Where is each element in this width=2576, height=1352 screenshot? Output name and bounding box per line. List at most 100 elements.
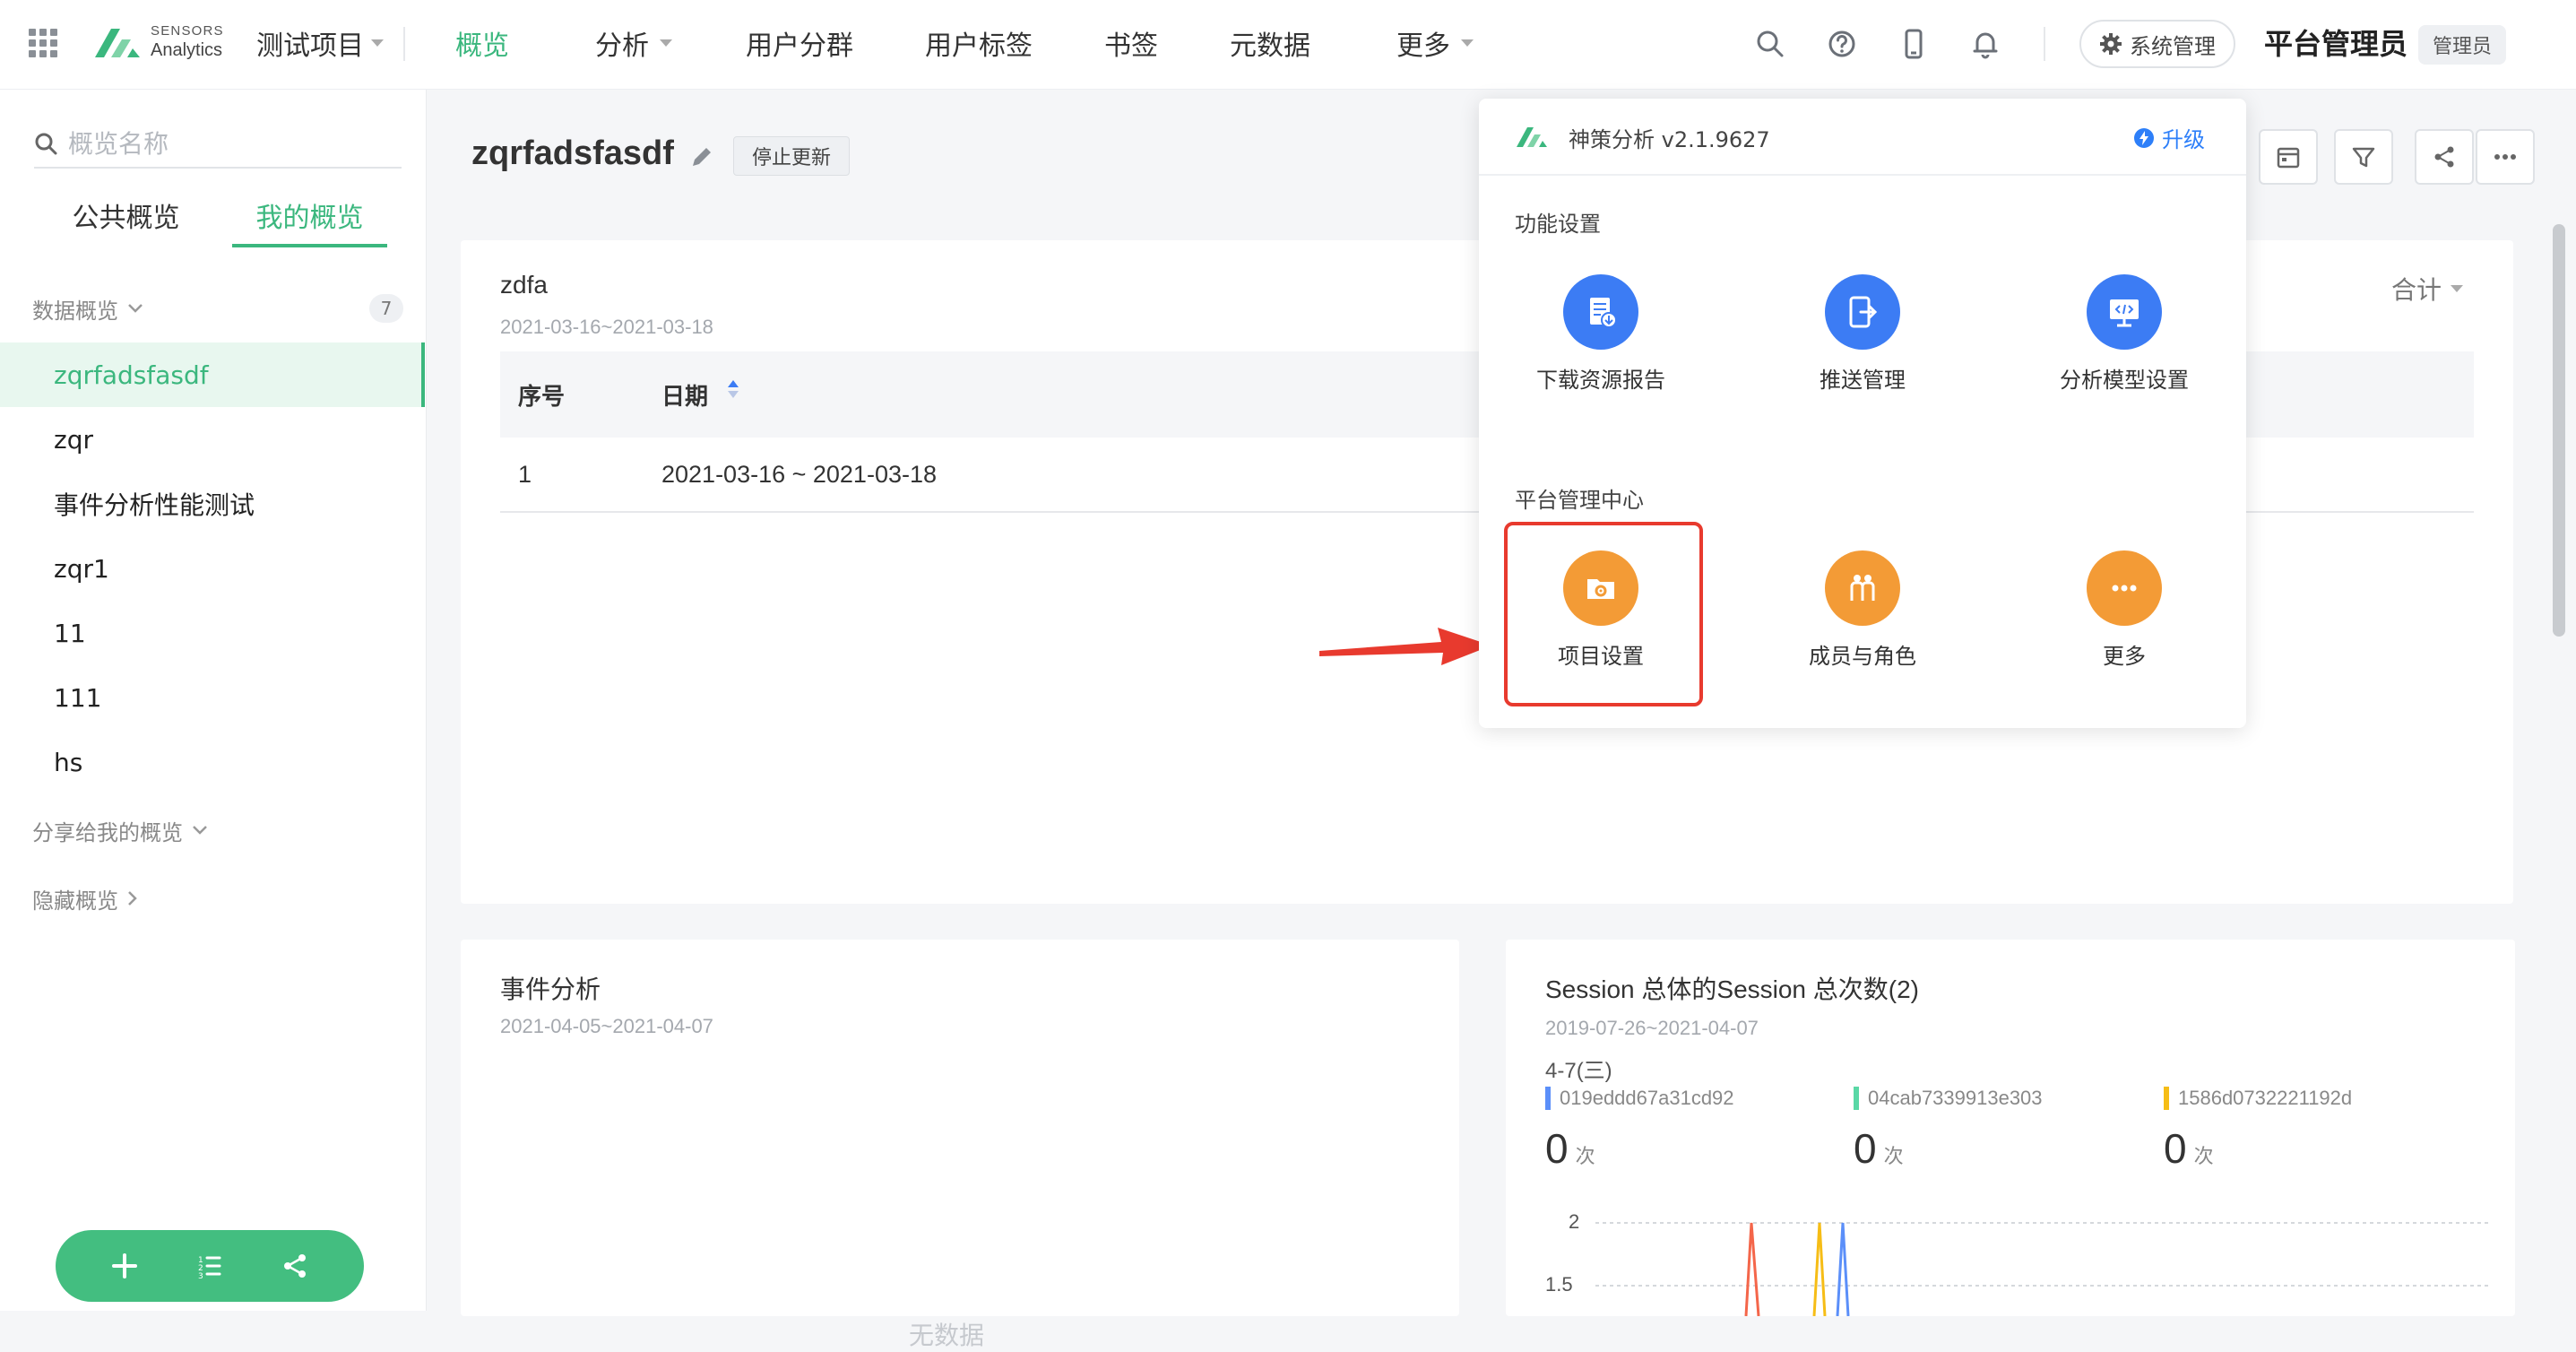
overview-tabs: 公共概览 我的概览 bbox=[34, 179, 402, 251]
search-icon[interactable] bbox=[1753, 27, 1787, 61]
nav-label: 元数据 bbox=[1230, 30, 1310, 62]
filter-icon bbox=[2351, 144, 2376, 169]
stop-update-button[interactable]: 停止更新 bbox=[733, 136, 851, 176]
date-toolbar-button[interactable] bbox=[2259, 129, 2318, 185]
filter-toolbar-button[interactable] bbox=[2334, 129, 2393, 185]
sort-list-icon[interactable]: 123 bbox=[192, 1248, 228, 1284]
more-icon bbox=[2087, 550, 2162, 626]
group-label: 数据概览 bbox=[32, 298, 118, 324]
card-date-range: 2019-07-26~2021-04-07 bbox=[1545, 1017, 1759, 1039]
series-2-value: 0 次 bbox=[1854, 1124, 1904, 1173]
group-shared-overview[interactable]: 分享给我的概览 bbox=[32, 812, 208, 848]
edit-pencil-icon[interactable] bbox=[688, 143, 715, 170]
series-color-swatch bbox=[2164, 1087, 2169, 1110]
func-more[interactable]: 更多 bbox=[2035, 550, 2214, 670]
help-icon[interactable] bbox=[1825, 27, 1859, 61]
tab-public-overview[interactable]: 公共概览 bbox=[34, 179, 218, 251]
section-label-functions: 功能设置 bbox=[1515, 212, 1601, 237]
sort-icon[interactable] bbox=[726, 378, 740, 400]
report-download-icon bbox=[1563, 274, 1638, 350]
dashboard-card-event-analysis: 事件分析 2021-04-05~2021-04-07 无数据 bbox=[461, 940, 1459, 1350]
value-unit: 次 bbox=[1575, 1146, 1595, 1168]
page-scrollbar[interactable] bbox=[2553, 224, 2565, 637]
card-title: zdfa bbox=[500, 271, 548, 299]
sidebar-item-hs[interactable]: hs bbox=[0, 730, 425, 794]
nav-label: 概览 bbox=[455, 30, 509, 62]
series-name: 019eddd67a31cd92 bbox=[1560, 1087, 1734, 1109]
sidebar-item-111[interactable]: 111 bbox=[0, 665, 425, 730]
nav-label: 分析 bbox=[595, 30, 649, 62]
calendar-icon bbox=[2276, 144, 2301, 169]
nav-label: 用户分群 bbox=[746, 30, 853, 62]
more-toolbar-button[interactable] bbox=[2476, 129, 2535, 185]
session-line-chart bbox=[1595, 1222, 2492, 1316]
sidebar-item-event-perf-test[interactable]: 事件分析性能测试 bbox=[0, 472, 425, 536]
chart-series-spike bbox=[1836, 1222, 1850, 1316]
logo-text: SENSORS Analytics bbox=[151, 23, 231, 61]
column-header-index: 序号 bbox=[518, 384, 566, 411]
y-axis-tick: 1.5 bbox=[1545, 1273, 1573, 1296]
system-management-button[interactable]: 系统管理 bbox=[2079, 20, 2235, 68]
tab-my-overview[interactable]: 我的概览 bbox=[218, 179, 402, 251]
sidebar-item-zqr[interactable]: zqr bbox=[0, 407, 425, 472]
nav-analysis[interactable]: 分析 bbox=[595, 23, 672, 63]
apps-grid-icon[interactable] bbox=[27, 27, 59, 59]
logo-text-top: SENSORS bbox=[151, 23, 224, 39]
series-color-swatch bbox=[1854, 1087, 1859, 1110]
plus-icon[interactable] bbox=[107, 1248, 143, 1284]
overview-search-input[interactable] bbox=[66, 127, 389, 160]
header-divider bbox=[2044, 27, 2045, 61]
value-unit: 次 bbox=[1883, 1146, 1904, 1168]
nav-user-segments[interactable]: 用户分群 bbox=[746, 23, 853, 63]
func-push-management[interactable]: 推送管理 bbox=[1773, 274, 1952, 394]
chevron-right-icon bbox=[127, 890, 138, 906]
nav-user-tags[interactable]: 用户标签 bbox=[925, 23, 1033, 63]
upgrade-link[interactable]: 升级 bbox=[2133, 122, 2205, 153]
value-number: 0 bbox=[1854, 1125, 1877, 1172]
selected-date: 4-7(三) bbox=[1545, 1059, 1612, 1083]
chevron-down-icon bbox=[127, 303, 143, 314]
nav-metadata[interactable]: 元数据 bbox=[1230, 23, 1310, 63]
func-model-settings[interactable]: 分析模型设置 bbox=[2035, 274, 2214, 394]
version-text: 神策分析 v2.1.9627 bbox=[1569, 127, 1770, 152]
sidebar-item-zqr1[interactable]: zqr1 bbox=[0, 536, 425, 601]
nav-label: 用户标签 bbox=[925, 30, 1033, 62]
group-hidden-overview[interactable]: 隐藏概览 bbox=[32, 880, 138, 916]
group-data-overview[interactable]: 数据概览 bbox=[32, 290, 143, 326]
legend-series-3[interactable]: 1586d0732221192d bbox=[2164, 1087, 2352, 1110]
series-color-swatch bbox=[1545, 1087, 1551, 1110]
sidebar-search bbox=[34, 120, 402, 169]
func-download-report[interactable]: 下载资源报告 bbox=[1511, 274, 1690, 394]
share-toolbar-button[interactable] bbox=[2415, 129, 2474, 185]
nav-label: 更多 bbox=[1396, 30, 1450, 62]
sum-selector[interactable]: 合计 bbox=[2391, 271, 2464, 307]
group-label: 隐藏概览 bbox=[32, 888, 118, 914]
legend-series-2[interactable]: 04cab7339913e303 bbox=[1854, 1087, 2043, 1110]
func-members-roles[interactable]: 成员与角色 bbox=[1773, 550, 1952, 670]
nav-more[interactable]: 更多 bbox=[1396, 23, 1474, 63]
legend-series-1[interactable]: 019eddd67a31cd92 bbox=[1545, 1087, 1734, 1110]
sidebar-item-zqrfadsfasdf[interactable]: zqrfadsfasdf bbox=[0, 342, 425, 407]
sensors-logo-icon bbox=[93, 27, 142, 59]
project-selector[interactable]: 测试项目 bbox=[256, 23, 384, 63]
mobile-icon[interactable] bbox=[1897, 27, 1931, 61]
cell-date: 2021-03-16 ~ 2021-03-18 bbox=[661, 461, 937, 488]
sidebar-action-bar: 123 bbox=[56, 1230, 364, 1302]
user-name[interactable]: 平台管理员 bbox=[2264, 22, 2407, 63]
share-icon[interactable] bbox=[277, 1248, 313, 1284]
group-count-badge: 7 bbox=[369, 294, 403, 323]
chevron-down-icon bbox=[2451, 285, 2464, 292]
dashboard-card-session: Session 总体的Session 总次数(2) 2019-07-26~202… bbox=[1506, 940, 2515, 1316]
sidebar: 公共概览 我的概览 数据概览 7 zqrfadsfasdf zqr 事件分析性能… bbox=[0, 90, 427, 1311]
column-header-date[interactable]: 日期 bbox=[661, 378, 708, 412]
gear-icon bbox=[2099, 32, 2122, 56]
sidebar-item-11[interactable]: 11 bbox=[0, 601, 425, 665]
sensors-logo-icon bbox=[1515, 126, 1549, 149]
chevron-down-icon bbox=[1461, 39, 1474, 47]
more-dots-icon bbox=[2493, 144, 2518, 169]
sum-label: 合计 bbox=[2391, 275, 2442, 305]
nav-overview[interactable]: 概览 bbox=[455, 23, 509, 63]
nav-bookmarks[interactable]: 书签 bbox=[1104, 23, 1158, 63]
project-name: 测试项目 bbox=[256, 30, 364, 62]
bell-icon[interactable] bbox=[1968, 27, 2002, 61]
